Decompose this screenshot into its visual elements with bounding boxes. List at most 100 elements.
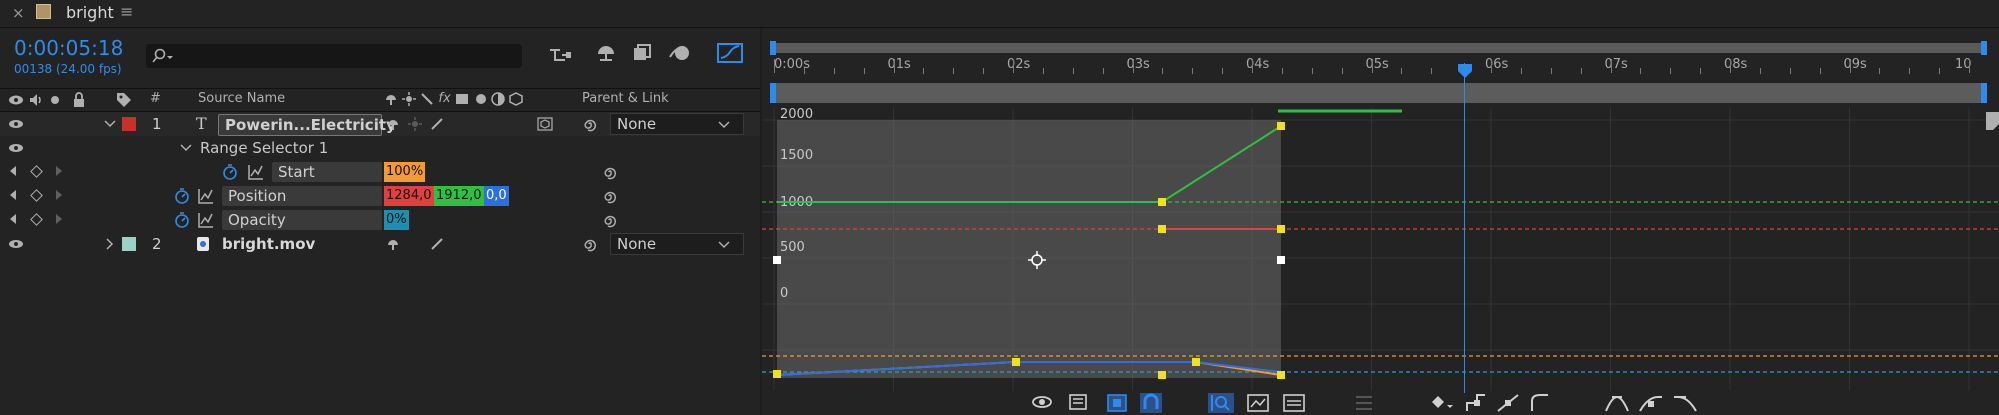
auto-zoom-height-icon[interactable]	[1208, 393, 1234, 413]
prev-keyframe-icon[interactable]	[10, 214, 16, 224]
navigator-start-handle[interactable]	[770, 83, 776, 103]
layer-name-field[interactable]: Powerin...Electricity	[218, 114, 396, 136]
position-z-value[interactable]: 0,0	[484, 186, 509, 206]
motion-blur-switch-icon[interactable]	[473, 92, 487, 106]
keyframe-marker[interactable]	[1158, 225, 1166, 233]
twirl-right-icon[interactable]	[106, 238, 114, 250]
opacity-value[interactable]: 0%	[384, 210, 409, 230]
position-y-value[interactable]: 1912,0	[434, 186, 484, 206]
graph-toggle-icon[interactable]	[248, 164, 264, 180]
easy-ease-icon[interactable]	[1604, 393, 1630, 413]
prev-keyframe-icon[interactable]	[10, 166, 16, 176]
keyframe-marker[interactable]	[1158, 371, 1166, 379]
next-keyframe-icon[interactable]	[56, 166, 62, 176]
motion-blur-icon[interactable]	[668, 43, 692, 63]
column-source-name[interactable]: Source Name	[198, 91, 285, 106]
keyframe-marker[interactable]	[1012, 358, 1020, 366]
keyframe-marker[interactable]	[773, 370, 781, 378]
graph-editor-toggle-icon[interactable]	[716, 42, 744, 64]
time-navigator-bar[interactable]	[772, 83, 1984, 103]
fit-all-icon[interactable]	[1282, 393, 1306, 413]
add-keyframe-icon[interactable]	[30, 189, 43, 202]
transform-box-handle[interactable]	[773, 256, 781, 264]
3d-layer-switch-icon[interactable]	[536, 116, 554, 132]
close-icon[interactable]: ×	[12, 4, 25, 22]
convert-hold-icon[interactable]	[1464, 393, 1488, 413]
next-keyframe-icon[interactable]	[56, 214, 62, 224]
adjustment-layer-icon[interactable]	[491, 91, 505, 106]
twirl-down-icon[interactable]	[180, 144, 192, 152]
label-tag-icon[interactable]	[116, 92, 132, 108]
quality-switch-icon[interactable]	[430, 117, 444, 131]
graph-toggle-icon[interactable]	[198, 188, 214, 204]
selection-box[interactable]	[777, 120, 1281, 378]
video-switch-icon[interactable]	[8, 94, 24, 106]
visibility-eye-icon[interactable]	[8, 239, 24, 249]
start-value[interactable]: 100%	[384, 162, 426, 182]
frame-blending-icon[interactable]	[632, 43, 654, 63]
layer-row-1[interactable]: 1 T Powerin...Electricity None	[0, 112, 760, 136]
add-keyframe-icon[interactable]	[30, 165, 43, 178]
column-parent-link[interactable]: Parent & Link	[582, 91, 669, 106]
pickwhip-spiral-icon[interactable]	[582, 116, 598, 132]
playhead-marker[interactable]	[1458, 64, 1472, 78]
transform-box-handle[interactable]	[1277, 256, 1285, 264]
quality-icon[interactable]	[420, 92, 434, 106]
layer-row-2[interactable]: 2 bright.mov None	[0, 232, 760, 256]
shy-icon[interactable]	[384, 92, 398, 106]
keyframe-marker[interactable]	[1158, 198, 1166, 206]
convert-auto-bezier-icon[interactable]	[1528, 393, 1552, 413]
solo-switch-icon[interactable]	[51, 96, 59, 104]
shy-switch-icon[interactable]	[386, 237, 400, 251]
stopwatch-icon[interactable]	[174, 187, 190, 205]
edit-keyframe-icon[interactable]	[1430, 394, 1454, 412]
range-selector-row[interactable]: Range Selector 1	[0, 136, 760, 160]
property-row-opacity[interactable]: Opacity 0%	[0, 208, 760, 232]
search-input[interactable]	[146, 44, 522, 68]
shy-layers-icon[interactable]	[594, 43, 618, 63]
stopwatch-icon[interactable]	[222, 163, 238, 181]
panel-edge-icon[interactable]	[1984, 110, 1999, 140]
effects-icon[interactable]: fx	[438, 91, 450, 106]
next-keyframe-icon[interactable]	[56, 190, 62, 200]
pickwhip-spiral-icon[interactable]	[602, 188, 618, 204]
convert-linear-icon[interactable]	[1496, 393, 1520, 413]
composition-tab-title[interactable]: bright	[66, 3, 114, 22]
label-color-swatch[interactable]	[122, 117, 136, 131]
property-row-start[interactable]: Start 100%	[0, 160, 760, 184]
pickwhip-spiral-icon[interactable]	[602, 212, 618, 228]
fit-selection-icon[interactable]	[1246, 393, 1270, 413]
add-keyframe-icon[interactable]	[30, 213, 43, 226]
collapse-switch-icon[interactable]	[408, 117, 422, 131]
stopwatch-icon[interactable]	[174, 211, 190, 229]
keyframe-marker[interactable]	[1277, 225, 1285, 233]
transform-box-icon[interactable]	[1106, 393, 1128, 413]
snapping-icon[interactable]	[1140, 393, 1162, 413]
visibility-eye-icon[interactable]	[8, 119, 24, 129]
easy-ease-in-icon[interactable]	[1638, 393, 1664, 413]
graph-options-icon[interactable]	[1068, 393, 1092, 411]
keyframe-marker[interactable]	[1277, 371, 1285, 379]
time-ruler[interactable]: 0:00s 01s 02s 03s 04s 05s 06s 07s 08s 09…	[762, 28, 1999, 76]
current-time-display[interactable]: 0:00:05:18	[14, 36, 123, 60]
keyframe-marker[interactable]	[1277, 122, 1285, 130]
composition-flowchart-icon[interactable]	[548, 46, 572, 64]
twirl-down-icon[interactable]	[104, 120, 116, 128]
layer-name[interactable]: bright.mov	[222, 235, 315, 253]
position-x-value[interactable]: 1284,0	[384, 186, 434, 206]
visibility-eye-icon[interactable]	[8, 143, 24, 153]
3d-layer-icon[interactable]	[509, 91, 524, 106]
graph-toggle-icon[interactable]	[198, 212, 214, 228]
navigator-end-handle[interactable]	[1981, 83, 1987, 103]
frame-blend-icon[interactable]	[455, 92, 469, 106]
playhead-line[interactable]	[1464, 63, 1465, 393]
pickwhip-spiral-icon[interactable]	[582, 236, 598, 252]
easy-ease-out-icon[interactable]	[1672, 393, 1698, 413]
shy-switch-icon[interactable]	[386, 117, 400, 131]
prev-keyframe-icon[interactable]	[10, 190, 16, 200]
audio-switch-icon[interactable]	[28, 93, 44, 107]
label-color-swatch[interactable]	[122, 237, 136, 251]
value-graph[interactable]: 2000 1500 1000 500 0	[762, 108, 1999, 391]
keyframe-marker[interactable]	[1192, 358, 1200, 366]
pickwhip-spiral-icon[interactable]	[602, 164, 618, 180]
